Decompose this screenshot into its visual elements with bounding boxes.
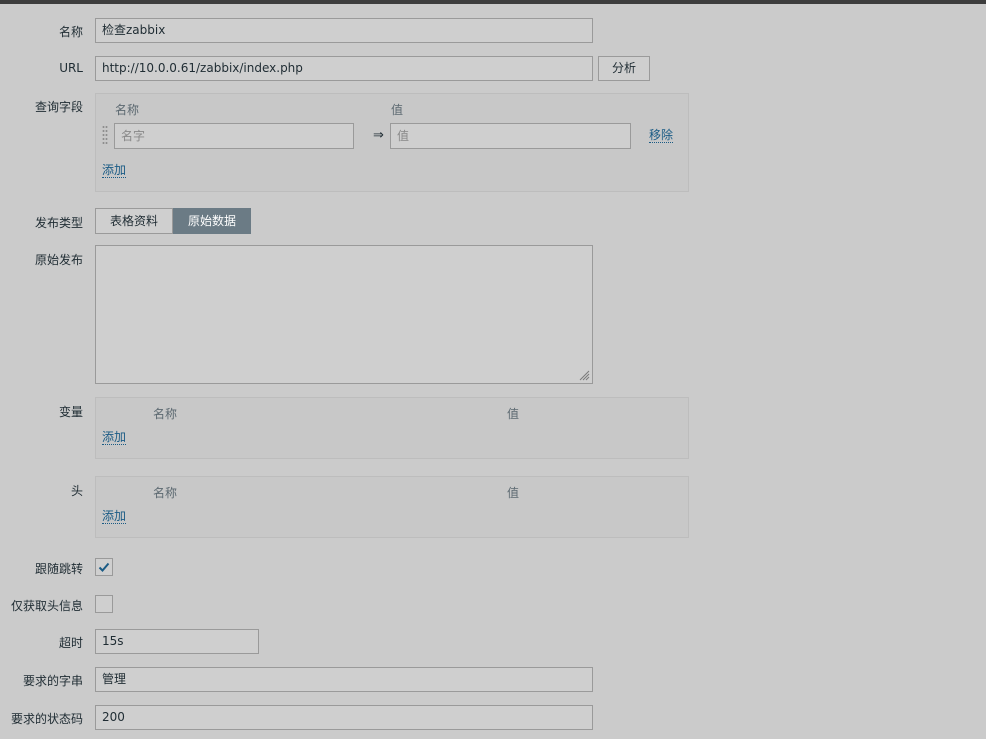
post-type-raw-data[interactable]: 原始数据 [173,208,251,234]
required-status-input[interactable]: 200 [95,705,593,730]
query-col-value: 值 [391,103,404,117]
variables-col-name: 名称 [153,407,178,421]
variables-add-link[interactable]: 添加 [102,430,127,445]
required-string-input[interactable]: 管理 [95,667,593,692]
timeout-input[interactable]: 15s [95,629,259,654]
variables-label: 变量 [58,405,83,419]
window-top-bar [0,0,986,4]
name-input[interactable]: 检查zabbix [95,18,593,43]
raw-post-textarea[interactable] [95,245,593,384]
parse-button[interactable]: 分析 [598,56,650,81]
headers-box: 名称 值 添加 [95,476,689,538]
name-label: 名称 [58,25,83,39]
retrieve-headers-checkbox[interactable] [95,595,113,613]
post-type-label: 发布类型 [34,216,83,230]
url-label: URL [59,61,83,75]
post-type-form-data[interactable]: 表格资料 [95,208,173,234]
required-status-label: 要求的状态码 [10,712,83,726]
timeout-label: 超时 [58,636,83,650]
headers-col-name: 名称 [153,486,178,500]
query-name-input[interactable]: 名字 [114,123,354,149]
raw-post-label: 原始发布 [34,253,83,267]
drag-handle-icon[interactable] [102,125,108,145]
headers-col-value: 值 [507,486,520,500]
follow-redirects-label: 跟随跳转 [34,562,83,576]
headers-label: 头 [70,484,83,498]
query-value-input[interactable]: 值 [390,123,631,149]
required-string-label: 要求的字串 [22,674,83,688]
query-col-name: 名称 [115,103,140,117]
variables-col-value: 值 [507,407,520,421]
variables-box: 名称 值 添加 [95,397,689,459]
url-input[interactable]: http://10.0.0.61/zabbix/index.php [95,56,593,81]
resize-grip-icon[interactable] [578,369,590,381]
query-fields-label: 查询字段 [34,100,83,114]
query-fields-box: 名称 值 名字 ⇒ 值 移除 添加 [95,93,689,192]
headers-add-link[interactable]: 添加 [102,509,127,524]
query-remove-link[interactable]: 移除 [649,128,674,143]
checkmark-icon [98,562,110,572]
query-add-link[interactable]: 添加 [102,163,127,178]
retrieve-headers-label: 仅获取头信息 [10,599,83,613]
follow-redirects-checkbox[interactable] [95,558,113,576]
arrow-right-icon: ⇒ [373,128,384,143]
